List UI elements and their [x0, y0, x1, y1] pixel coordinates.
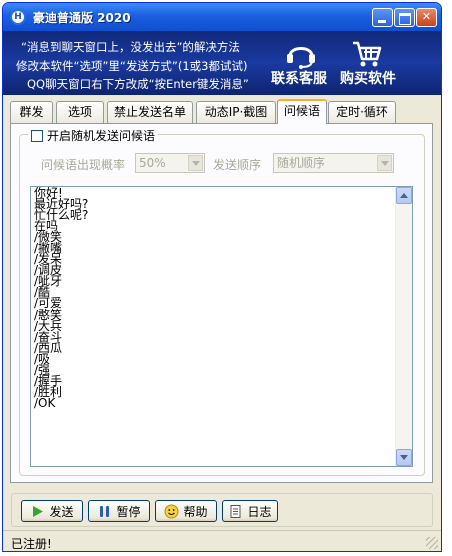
- send-button[interactable]: 发送: [21, 500, 83, 522]
- window-title: 豪迪普通版 2020: [33, 11, 131, 25]
- greetings-panel: 开启随机发送问候语 问候语出现概率 50% 发送顺序 随机顺序 你好! 最近好吗…: [10, 123, 433, 483]
- document-icon: [230, 504, 241, 518]
- greeting-line: /西瓜: [34, 340, 63, 355]
- greeting-line: /强: [34, 362, 51, 377]
- scroll-down-icon[interactable]: [396, 449, 412, 466]
- app-icon: H: [10, 9, 26, 25]
- greeting-textarea[interactable]: 你好! 最近好吗? 忙什么呢? 在吗 /微笑 /撇嘴 /发呆 /调皮 /呲牙 /…: [30, 186, 413, 467]
- status-text: 已注册!: [11, 537, 52, 551]
- tab-dynamic-ip[interactable]: 动态IP·截图: [196, 101, 276, 123]
- greeting-text-content[interactable]: 你好! 最近好吗? 忙什么呢? 在吗 /微笑 /撇嘴 /发呆 /调皮 /呲牙 /…: [34, 187, 390, 410]
- checkbox-square[interactable]: [31, 129, 43, 142]
- chevron-down-icon[interactable]: [188, 155, 203, 171]
- enable-greeting-checkbox[interactable]: 开启随机发送问候语: [28, 127, 159, 144]
- headset-icon[interactable]: [285, 39, 317, 69]
- tab-blocklist[interactable]: 禁止发送名单: [107, 101, 193, 123]
- send-order-select[interactable]: 随机顺序: [273, 153, 394, 173]
- greeting-line: /OK: [34, 395, 56, 410]
- enable-greeting-label: 开启随机发送问候语: [47, 129, 156, 143]
- greeting-line: /调皮: [34, 263, 63, 278]
- shopping-cart-icon[interactable]: [352, 40, 382, 68]
- greeting-line: /憨笑: [34, 307, 63, 322]
- greeting-line: /微笑: [34, 230, 63, 245]
- greeting-groupbox: 开启随机发送问候语 问候语出现概率 50% 发送顺序 随机顺序 你好! 最近好吗…: [19, 127, 425, 476]
- greeting-line: /撇嘴: [34, 241, 63, 256]
- send-order-value: 随机顺序: [277, 156, 326, 170]
- pause-button-label: 暂停: [116, 504, 141, 519]
- smiley-icon: [164, 504, 179, 518]
- status-bar: 已注册!: [3, 530, 441, 551]
- greeting-line: /可爱: [34, 296, 63, 311]
- banner-tip-line-3: QQ聊天窗口右下方改成“按Enter键发消息”: [27, 77, 249, 91]
- buy-software-link[interactable]: 购买软件: [340, 68, 396, 88]
- resize-grip-icon[interactable]: [426, 537, 438, 549]
- tab-timer-loop[interactable]: 定时·循环: [328, 101, 396, 123]
- banner-tip-line-2: 修改本软件“选项”里“发送方式”(1或3都试试): [16, 59, 248, 73]
- banner: “消息到聊天窗口上，没发出去”的解决方法 修改本软件“选项”里“发送方式”(1或…: [3, 31, 441, 95]
- greeting-line: /呲牙: [34, 274, 63, 289]
- tab-mass-send[interactable]: 群发: [10, 101, 53, 123]
- tab-options[interactable]: 选项: [56, 101, 104, 123]
- close-button[interactable]: ✕: [416, 8, 437, 27]
- greeting-line: /酷: [34, 285, 51, 300]
- minimize-button[interactable]: [372, 8, 393, 27]
- chevron-down-icon[interactable]: [377, 155, 392, 171]
- greeting-line: /吸: [34, 351, 51, 366]
- contact-support-link[interactable]: 联系客服: [271, 68, 327, 88]
- scroll-up-icon[interactable]: [396, 187, 412, 204]
- play-icon: [33, 505, 44, 517]
- send-order-label: 发送顺序: [213, 158, 262, 172]
- greeting-line: 在吗: [34, 219, 59, 234]
- probability-select[interactable]: 50%: [135, 153, 205, 173]
- greeting-line: /大兵: [34, 318, 63, 333]
- pause-button[interactable]: 暂停: [88, 500, 150, 522]
- log-button[interactable]: 日志: [222, 500, 278, 522]
- send-button-label: 发送: [49, 504, 74, 519]
- tab-greetings[interactable]: 问候语: [277, 99, 327, 124]
- pause-icon: [100, 505, 110, 517]
- banner-tip-line-1: “消息到聊天窗口上，没发出去”的解决方法: [21, 40, 240, 54]
- title-bar[interactable]: H 豪迪普通版 2020 ✕: [3, 3, 441, 31]
- help-button[interactable]: 帮助: [155, 500, 217, 522]
- action-button-bar: 发送 暂停 帮助 日志: [11, 493, 433, 527]
- greeting-line: /奋斗: [34, 329, 63, 344]
- log-button-label: 日志: [247, 504, 272, 519]
- probability-value: 50%: [139, 156, 166, 170]
- greeting-line: /胜利: [34, 384, 63, 399]
- help-button-label: 帮助: [183, 504, 208, 519]
- maximize-button[interactable]: [394, 8, 415, 27]
- main-window: H 豪迪普通版 2020 ✕ “消息到聊天窗口上，没发出去”的解决方法 修改本软…: [2, 2, 442, 552]
- greeting-line: 忙什么呢?: [34, 208, 89, 223]
- probability-label: 问候语出现概率: [41, 158, 126, 172]
- greeting-line: /发呆: [34, 252, 63, 267]
- vertical-scrollbar[interactable]: [395, 187, 412, 466]
- greeting-line: /握手: [34, 373, 63, 388]
